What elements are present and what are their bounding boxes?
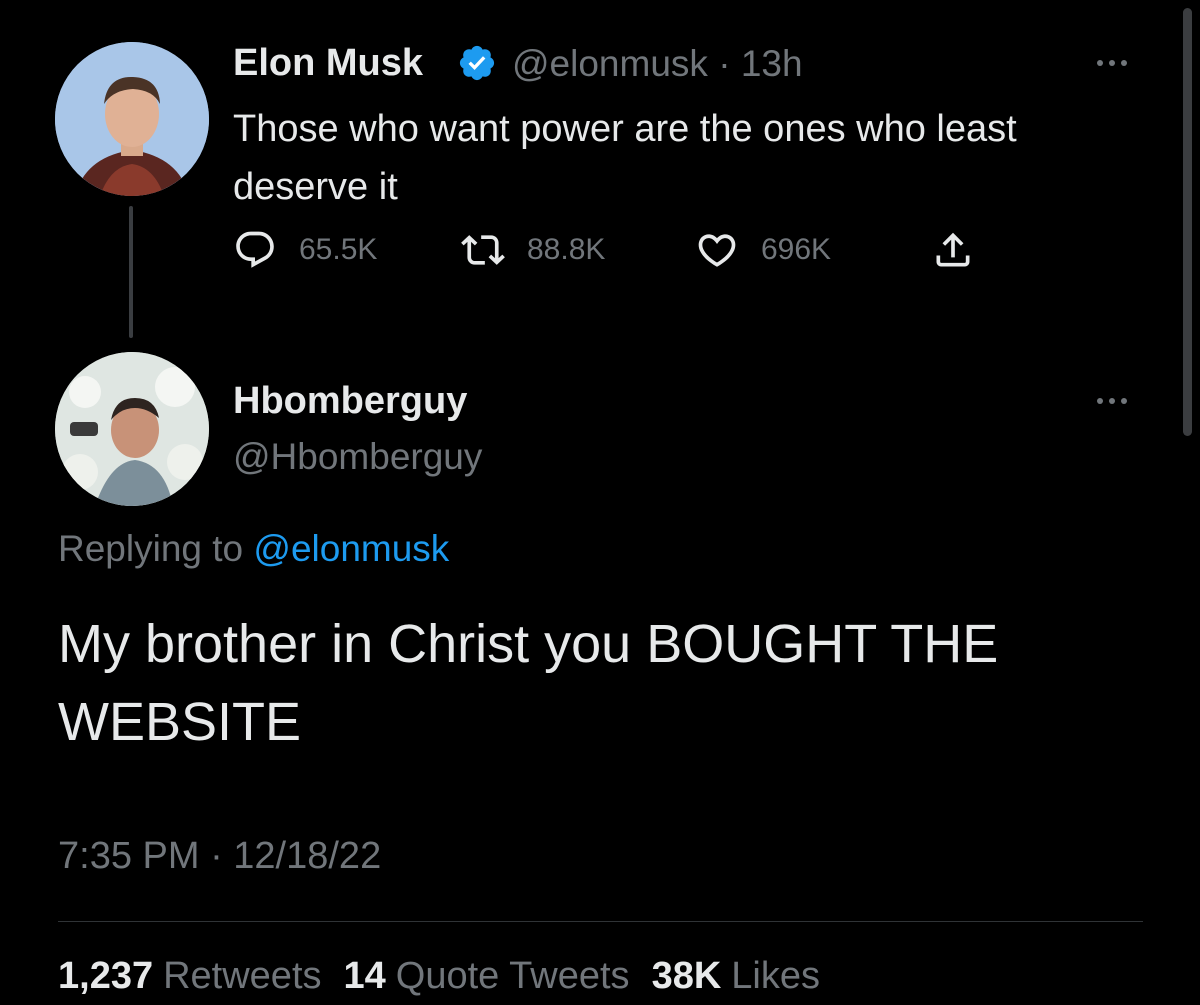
- verified-badge-icon: [459, 45, 495, 81]
- quote-tweets-stat[interactable]: 14 Quote Tweets: [344, 955, 630, 997]
- more-icon[interactable]: [1097, 394, 1143, 408]
- likes-label: Likes: [731, 955, 820, 997]
- retweet-button[interactable]: 88.8K: [461, 228, 605, 272]
- tweet-time[interactable]: 13h: [741, 43, 803, 84]
- replying-to-label: Replying to: [58, 528, 244, 569]
- reply-icon: [236, 231, 274, 268]
- replying-to-mention[interactable]: @elonmusk: [253, 528, 449, 569]
- retweet-count: 88.8K: [527, 233, 606, 266]
- avatar-hbomberguy[interactable]: [55, 352, 209, 506]
- retweets-label: Retweets: [163, 955, 322, 997]
- share-button[interactable]: [931, 228, 975, 272]
- like-button[interactable]: 696K: [695, 228, 831, 272]
- quote-tweets-count: 14: [343, 955, 386, 997]
- avatar-image: [55, 42, 209, 196]
- avatar-elon-musk[interactable]: [55, 42, 209, 196]
- like-count: 696K: [761, 233, 832, 266]
- avatar-image: [55, 352, 209, 506]
- author-handle[interactable]: @Hbomberguy: [233, 436, 482, 478]
- retweets-count: 1,237: [58, 955, 154, 997]
- divider: [58, 921, 1143, 922]
- author-name[interactable]: Elon Musk: [233, 42, 423, 85]
- tweet-timestamp[interactable]: 7:35 PM · 12/18/22: [58, 835, 381, 878]
- replying-to: Replying to @elonmusk: [58, 528, 449, 570]
- retweet-icon: [461, 235, 505, 265]
- reply-count: 65.5K: [299, 233, 378, 266]
- more-icon[interactable]: [1097, 56, 1143, 70]
- author-handle[interactable]: @elonmusk: [512, 43, 708, 84]
- likes-count: 38K: [651, 955, 722, 997]
- thread-connector-line: [129, 206, 133, 338]
- share-icon: [936, 232, 970, 267]
- tweet-meta: @elonmusk · 13h: [512, 43, 803, 85]
- author-name[interactable]: Hbomberguy: [233, 380, 467, 423]
- reply-button[interactable]: 65.5K: [233, 228, 377, 272]
- tweet-stats: 1,237 Retweets 14 Quote Tweets 38K Likes: [58, 955, 820, 998]
- scrollbar[interactable]: [1183, 8, 1192, 436]
- quote-tweets-label: Quote Tweets: [395, 955, 630, 997]
- retweets-stat[interactable]: 1,237 Retweets: [58, 955, 322, 997]
- tweet-text: Those who want power are the ones who le…: [233, 108, 1017, 208]
- likes-stat[interactable]: 38K Likes: [652, 955, 820, 997]
- meta-separator: ·: [718, 43, 731, 84]
- like-icon: [698, 234, 736, 267]
- reply-tweet-text: My brother in Christ you BOUGHT THE WEBS…: [58, 614, 999, 752]
